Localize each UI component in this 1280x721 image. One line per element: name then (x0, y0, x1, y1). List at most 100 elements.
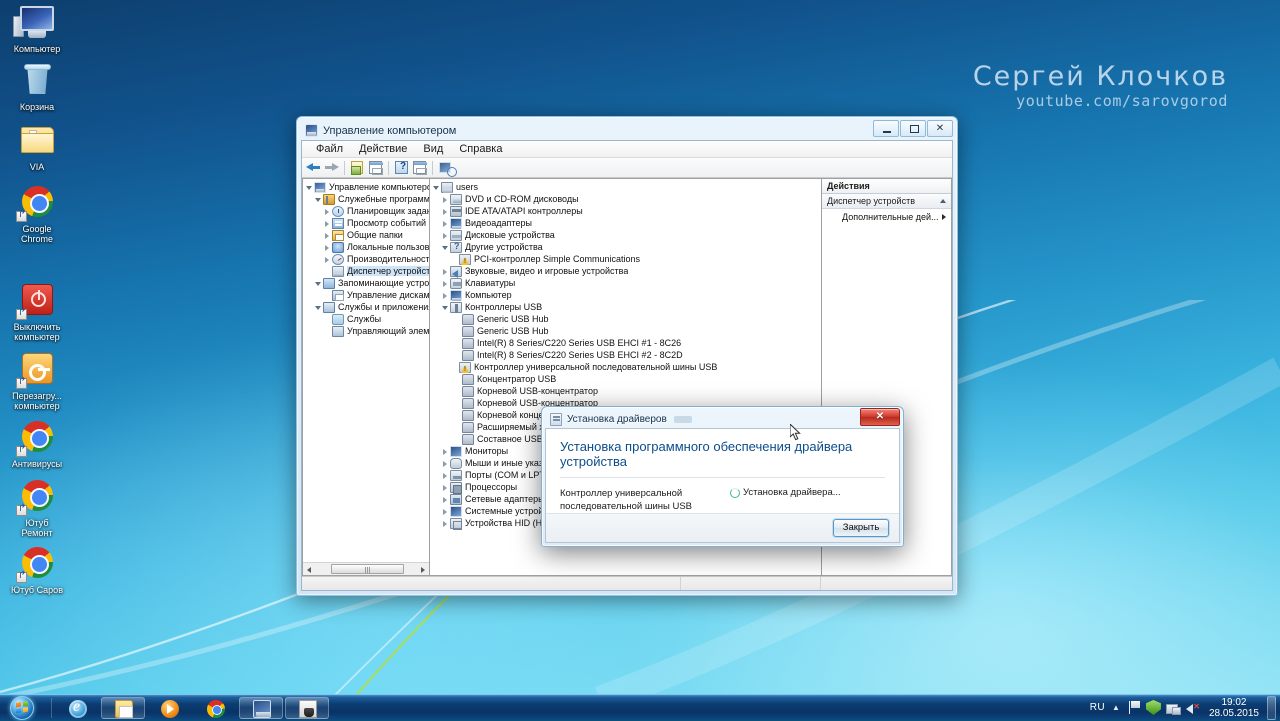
expand-toggle-icon[interactable] (323, 241, 332, 253)
tree-node[interactable]: Служебные программы (305, 193, 429, 205)
tree-node[interactable]: users (432, 181, 821, 193)
taskbar-item-hypercam[interactable] (285, 696, 329, 719)
expand-toggle-icon[interactable] (441, 457, 450, 469)
collapse-toggle-icon[interactable] (441, 241, 450, 253)
expand-toggle-icon[interactable] (441, 445, 450, 457)
tree-node[interactable]: PCI-контроллер Simple Communications (432, 253, 821, 265)
desktop-icon-youtube-remont[interactable]: Ютуб Ремонт (0, 478, 74, 538)
expand-toggle-icon[interactable] (441, 517, 450, 529)
left-pane-hscrollbar[interactable] (303, 562, 429, 575)
close-button[interactable]: ✕ (927, 120, 953, 137)
menu-view[interactable]: Вид (415, 141, 451, 158)
collapse-toggle-icon[interactable] (314, 277, 323, 289)
tree-node[interactable]: Generic USB Hub (432, 313, 821, 325)
tree-node[interactable]: Контроллер универсальной последовательно… (432, 361, 821, 373)
tree-node[interactable]: Видеоадаптеры (432, 217, 821, 229)
expand-toggle-icon[interactable] (441, 217, 450, 229)
volume-muted-icon[interactable] (1184, 700, 1200, 715)
tree-node[interactable]: Дисковые устройства (432, 229, 821, 241)
expand-toggle-icon[interactable] (441, 505, 450, 517)
taskbar-item-chrome[interactable] (193, 697, 237, 719)
console-tree-pane[interactable]: Управление компьютером (л Служебные прогр… (302, 178, 429, 576)
scroll-left-button[interactable] (303, 563, 315, 575)
help-icon[interactable] (393, 159, 410, 176)
expand-toggle-icon[interactable] (441, 289, 450, 301)
maximize-button[interactable] (900, 120, 926, 137)
collapse-toggle-icon[interactable] (305, 181, 314, 193)
chevron-up-icon[interactable] (940, 199, 946, 203)
minimize-button[interactable] (873, 120, 899, 137)
expand-toggle-icon[interactable] (441, 265, 450, 277)
desktop-icon-via-folder[interactable]: VIA (0, 122, 74, 172)
window-titlebar[interactable]: Управление компьютером ✕ (301, 120, 953, 140)
dialog-titlebar[interactable]: Установка драйверов ✕ (545, 408, 900, 428)
driver-installation-dialog[interactable]: Установка драйверов ✕ Установка программ… (541, 406, 904, 547)
start-button[interactable] (2, 695, 48, 720)
tree-node[interactable]: Запоминающие устройст (305, 277, 429, 289)
taskbar-item-explorer[interactable] (101, 696, 145, 719)
expand-toggle-icon[interactable] (441, 193, 450, 205)
tree-node[interactable]: Службы и приложения (305, 301, 429, 313)
menu-action[interactable]: Действие (351, 141, 415, 158)
hscroll-thumb[interactable] (331, 564, 404, 574)
tree-node[interactable]: Просмотр событий (305, 217, 429, 229)
tree-node[interactable]: Другие устройства (432, 241, 821, 253)
tree-node[interactable]: Общие папки (305, 229, 429, 241)
actions-section-device-manager[interactable]: Диспетчер устройств (822, 194, 951, 209)
tree-node[interactable]: Управление компьютером (л (305, 181, 429, 193)
tree-node[interactable]: Клавиатуры (432, 277, 821, 289)
desktop-icon-shutdown[interactable]: Выключить компьютер (0, 282, 74, 342)
system-tray[interactable]: RU ▲ 19:02 28.05.2015 (1090, 695, 1280, 721)
collapse-toggle-icon[interactable] (314, 193, 323, 205)
action-more-actions[interactable]: Дополнительные дей... (822, 209, 951, 224)
tree-node[interactable]: Компьютер (432, 289, 821, 301)
menu-help[interactable]: Справка (451, 141, 510, 158)
expand-toggle-icon[interactable] (441, 229, 450, 241)
menu-file[interactable]: Файл (308, 141, 351, 158)
expand-toggle-icon[interactable] (441, 277, 450, 289)
desktop-icon-antiviruses[interactable]: Антивирусы (0, 419, 74, 469)
tree-node[interactable]: Диспетчер устройств (305, 265, 429, 277)
expand-toggle-icon[interactable] (441, 469, 450, 481)
taskbar[interactable]: RU ▲ 19:02 28.05.2015 (0, 694, 1280, 720)
window-controls[interactable]: ✕ (872, 120, 953, 137)
tree-node[interactable]: Концентратор USB (432, 373, 821, 385)
expand-toggle-icon[interactable] (323, 205, 332, 217)
desktop-icon-google-chrome[interactable]: Google Chrome (0, 184, 74, 244)
tree-node[interactable]: Intel(R) 8 Series/C220 Series USB EHCI #… (432, 349, 821, 361)
collapse-toggle-icon[interactable] (314, 301, 323, 313)
flag-icon[interactable] (1127, 700, 1142, 715)
show-pane-icon[interactable] (367, 159, 384, 176)
collapse-toggle-icon[interactable] (432, 181, 441, 193)
tree-node[interactable]: Контроллеры USB (432, 301, 821, 313)
tree-node[interactable]: Управляющий элемен (305, 325, 429, 337)
taskbar-item-media-player[interactable] (147, 697, 191, 719)
tree-node[interactable]: Звуковые, видео и игровые устройства (432, 265, 821, 278)
tree-node[interactable]: Корневой USB-концентратор (432, 385, 821, 397)
dialog-close-button[interactable]: ✕ (860, 408, 900, 426)
toolbar[interactable] (302, 158, 952, 178)
show-desktop-button[interactable] (1267, 695, 1276, 720)
tree-node[interactable]: Управление дисками (305, 289, 429, 301)
expand-toggle-icon[interactable] (323, 253, 332, 265)
expand-toggle-icon[interactable] (441, 481, 450, 493)
tree-node[interactable]: Планировщик заданий (305, 205, 429, 217)
show-hidden-icons-icon[interactable]: ▲ (1112, 703, 1120, 712)
expand-toggle-icon[interactable] (441, 205, 450, 217)
desktop-icon-recycle-bin[interactable]: Корзина (0, 62, 74, 112)
menu-bar[interactable]: Файл Действие Вид Справка (302, 141, 952, 158)
scroll-right-button[interactable] (417, 563, 429, 575)
expand-toggle-icon[interactable] (323, 229, 332, 241)
taskbar-item-computer-management[interactable] (239, 696, 283, 719)
tree-node[interactable]: IDE ATA/ATAPI контроллеры (432, 205, 821, 217)
dialog-close-action-button[interactable]: Закрыть (833, 518, 889, 537)
expand-toggle-icon[interactable] (441, 493, 450, 505)
shield-icon[interactable] (1145, 700, 1161, 715)
taskbar-item-internet-explorer[interactable] (55, 697, 99, 719)
show-pane-2-icon[interactable] (411, 159, 428, 176)
properties-icon[interactable] (349, 159, 366, 176)
forward-icon[interactable] (323, 159, 340, 176)
tree-node[interactable]: DVD и CD-ROM дисководы (432, 193, 821, 205)
console-tree[interactable]: Управление компьютером (л Служебные прогр… (303, 179, 429, 562)
expand-toggle-icon[interactable] (323, 217, 332, 229)
